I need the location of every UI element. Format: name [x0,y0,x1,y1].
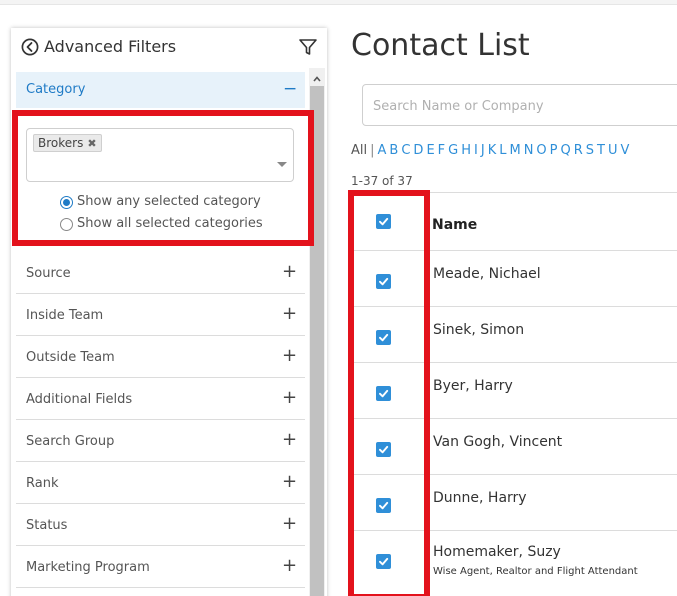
alpha-letter[interactable]: E [426,143,434,158]
filter-section-label: Status [26,518,68,533]
alpha-letter[interactable]: I [474,143,478,158]
contact-name[interactable]: Homemaker, Suzy [433,544,561,560]
collapse-minus-icon[interactable]: − [283,79,297,99]
filter-section-status[interactable]: Status + [16,504,305,546]
alpha-letter[interactable]: C [401,143,410,158]
panel-title: Advanced Filters [44,37,177,56]
filter-section-label: Outside Team [26,350,115,365]
contact-name[interactable]: Sinek, Simon [433,322,524,338]
alpha-letter[interactable]: F [438,143,445,158]
filter-section-label: Rank [26,476,59,491]
alpha-letter[interactable]: N [524,143,534,158]
alpha-letter[interactable]: D [413,143,423,158]
highlight-box-category [12,110,314,246]
alpha-letter[interactable]: G [448,143,458,158]
alpha-all-link[interactable]: All [351,143,367,158]
filter-section-label: Marketing Program [26,560,150,575]
expand-plus-icon[interactable]: + [282,513,297,534]
contact-name[interactable]: Meade, Nichael [433,266,541,282]
filter-section-label: Additional Fields [26,392,133,407]
filter-section-search-group[interactable]: Search Group + [16,420,305,462]
filter-section-outside-team[interactable]: Outside Team + [16,336,305,378]
expand-plus-icon[interactable]: + [282,345,297,366]
alpha-letter[interactable]: B [389,143,398,158]
result-count: 1-37 of 37 [351,174,413,188]
filter-section-label: Source [26,266,71,281]
filter-section-rank[interactable]: Rank + [16,462,305,504]
top-bar [0,0,677,5]
expand-plus-icon[interactable]: + [282,471,297,492]
alpha-letter[interactable]: Q [561,143,571,158]
alpha-letter[interactable]: P [550,143,558,158]
alphabet-filter: All | A B C D E F G H I J K L M N O P Q R S T U V [351,143,632,158]
search-input[interactable] [373,95,673,117]
contact-name[interactable]: Van Gogh, Vincent [433,434,562,450]
expand-plus-icon[interactable]: + [282,261,297,282]
category-section-header[interactable]: Category − [16,72,305,108]
filter-section-additional-fields[interactable]: Additional Fields + [16,378,305,420]
alpha-letter[interactable]: A [378,143,387,158]
filter-section-inside-team[interactable]: Inside Team + [16,294,305,336]
alpha-letter[interactable]: J [481,143,485,158]
alpha-letter[interactable]: S [586,143,594,158]
filter-section-label: Search Group [26,434,115,449]
page-title: Contact List [351,28,530,63]
alpha-letter[interactable]: T [597,143,605,158]
expand-plus-icon[interactable]: + [282,387,297,408]
expand-plus-icon[interactable]: + [282,429,297,450]
filter-section-marketing-program[interactable]: Marketing Program + [16,546,305,588]
alpha-letter[interactable]: K [488,143,497,158]
alpha-letter[interactable]: H [461,143,471,158]
alpha-letter[interactable]: M [509,143,520,158]
filter-section-label: Inside Team [26,308,104,323]
scroll-up-arrow-icon[interactable] [311,70,323,82]
highlight-box-checkboxes [348,190,430,596]
alpha-letter[interactable]: U [608,143,618,158]
filter-section-source[interactable]: Source + [16,252,305,294]
alpha-letter[interactable]: L [499,143,506,158]
alpha-letter[interactable]: V [621,143,630,158]
category-label: Category [26,82,86,97]
expand-plus-icon[interactable]: + [282,555,297,576]
contact-name[interactable]: Byer, Harry [433,378,513,394]
expand-plus-icon[interactable]: + [282,303,297,324]
name-column-header[interactable]: Name [432,217,477,233]
alpha-letter[interactable]: O [536,143,546,158]
contact-name[interactable]: Dunne, Harry [433,490,527,506]
alpha-letter[interactable]: R [574,143,583,158]
alpha-separator: | [370,143,375,158]
back-circle-icon[interactable] [21,38,39,56]
panel-header: Advanced Filters [11,28,327,68]
funnel-filter-icon[interactable] [298,37,318,57]
contact-company: Wise Agent, Realtor and Flight Attendant [433,566,638,577]
search-box[interactable] [362,84,677,126]
